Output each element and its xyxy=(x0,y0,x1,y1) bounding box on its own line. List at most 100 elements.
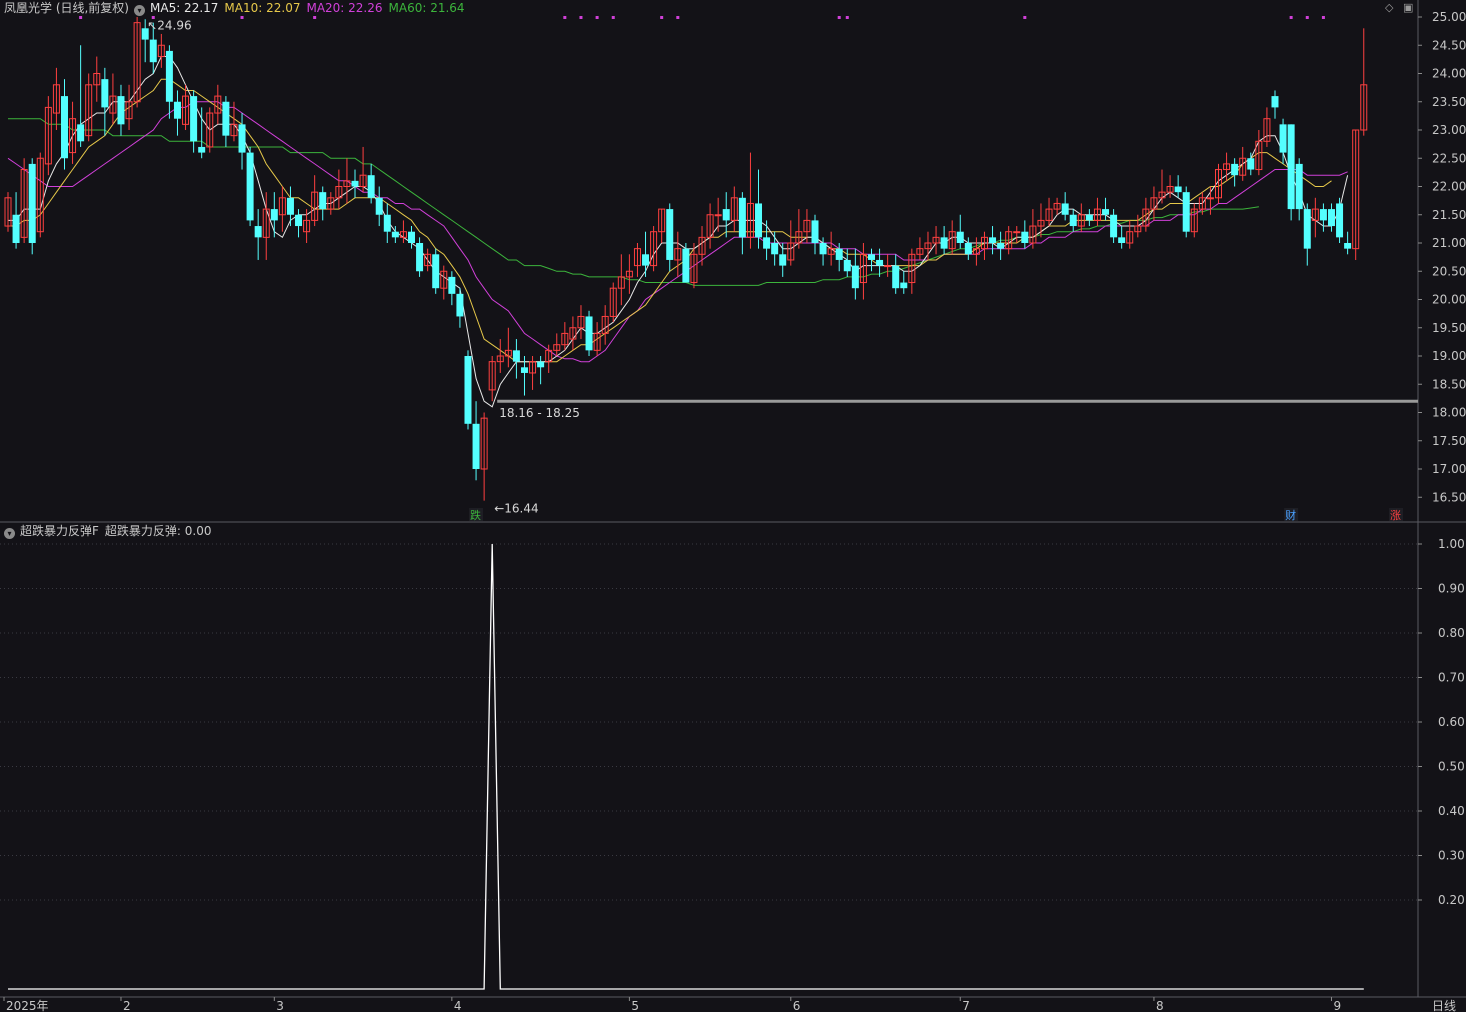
candle-body-down xyxy=(1118,237,1126,243)
time-tick-label: 2025年 xyxy=(6,999,49,1012)
signal-dot xyxy=(676,16,680,19)
candle-body-down xyxy=(117,96,125,125)
candle-body-down xyxy=(989,237,997,243)
price-tick-label: 24.50 xyxy=(1432,38,1466,52)
candle-body-down xyxy=(1061,203,1069,215)
price-extreme-label: ←16.44 xyxy=(494,502,538,516)
chart-background xyxy=(0,0,1466,1012)
indicator-tick-label: 0.50 xyxy=(1438,760,1465,774)
signal-dot xyxy=(563,16,567,19)
candle-body-down xyxy=(1021,231,1029,243)
candle-body-down xyxy=(956,231,964,243)
price-tick-label: 20.50 xyxy=(1432,264,1466,278)
candle-body-down xyxy=(1319,209,1327,221)
price-tick-label: 22.50 xyxy=(1432,151,1466,165)
price-tick-label: 19.00 xyxy=(1432,349,1466,363)
candle-body-down xyxy=(520,367,528,373)
candle-body-down xyxy=(755,203,763,238)
candle-body-down xyxy=(1271,96,1279,108)
candle-body-down xyxy=(391,231,399,238)
candle-body-down xyxy=(456,293,464,317)
candle-body-down xyxy=(1231,163,1239,176)
candle-body-down xyxy=(1327,209,1335,227)
indicator-chevron-icon[interactable]: ▾ xyxy=(4,528,15,539)
candle-body-down xyxy=(190,96,198,142)
candle-body-up xyxy=(714,214,722,217)
time-tick-label: 7 xyxy=(962,999,970,1012)
signal-dot xyxy=(611,16,615,19)
candle-body-down xyxy=(60,96,68,159)
price-tick-label: 18.50 xyxy=(1432,377,1466,391)
candle-body-down xyxy=(997,243,1005,249)
candle-body-down xyxy=(876,259,884,266)
indicator-tick-label: 0.70 xyxy=(1438,671,1465,685)
candle-body-down xyxy=(779,254,787,266)
event-badge: 跌 xyxy=(470,508,481,522)
candle-body-down xyxy=(537,361,545,368)
indicator-header: ▾ 超跌暴力反弹F 超跌暴力反弹: 0.00 xyxy=(4,524,211,539)
signal-dot xyxy=(579,16,583,19)
time-tick-label: 2 xyxy=(123,999,131,1012)
candle-body-down xyxy=(1287,124,1295,210)
time-tick-label: 4 xyxy=(454,999,462,1012)
candle-body-down xyxy=(1069,214,1077,227)
indicator-value: 超跌暴力反弹: 0.00 xyxy=(104,524,212,538)
candle-body-down xyxy=(319,192,327,210)
diamond-icon[interactable]: ◇ xyxy=(1385,1,1393,14)
candle-body-down xyxy=(867,254,875,260)
price-extreme-label: ↖24.96 xyxy=(147,18,191,32)
signal-dot xyxy=(1321,16,1325,19)
candle-body-down xyxy=(585,316,593,351)
candle-body-down xyxy=(1102,209,1110,215)
indicator-tick-label: 0.20 xyxy=(1438,893,1465,907)
candle-body-down xyxy=(892,265,900,289)
candle-body-down xyxy=(367,175,375,198)
signal-dot xyxy=(79,16,83,19)
indicator-tick-label: 1.00 xyxy=(1438,537,1465,551)
indicator-tick-label: 0.60 xyxy=(1438,715,1465,729)
candle-body-down xyxy=(1279,124,1287,153)
candle-body-down xyxy=(270,209,278,221)
candle-body-down xyxy=(246,152,254,221)
candle-body-down xyxy=(77,124,85,142)
time-tick-label: 6 xyxy=(793,999,801,1012)
candle-body-down xyxy=(1182,192,1190,232)
time-tick-label: 3 xyxy=(276,999,284,1012)
event-badge: 涨 xyxy=(1390,509,1401,522)
candle-body-down xyxy=(835,248,843,260)
indicator-tick-label: 0.90 xyxy=(1438,582,1465,596)
ma10-label: MA10: 22.07 xyxy=(224,1,301,15)
candle-body-down xyxy=(286,197,294,215)
candle-body-down xyxy=(351,180,359,187)
indicator-name: 超跌暴力反弹F xyxy=(20,524,99,538)
candle-body-down xyxy=(464,356,472,424)
price-tick-label: 24.00 xyxy=(1432,67,1466,81)
price-tick-label: 21.00 xyxy=(1432,236,1466,250)
candle-body-down xyxy=(642,254,650,266)
signal-dot xyxy=(1289,16,1293,19)
price-tick-label: 17.00 xyxy=(1432,462,1466,476)
main-chart-header: 凤凰光学 (日线,前复权) ▾ MA5: 22.17 MA10: 22.07 MA20:… xyxy=(4,1,471,16)
price-tick-label: 20.00 xyxy=(1432,293,1466,307)
candle-body-down xyxy=(1085,214,1093,221)
candle-body-down xyxy=(738,197,746,238)
stock-chart[interactable]: 25.00 24.50 24.00 23.50 23.00 22.50 22.00 21.50… xyxy=(0,0,1466,1012)
signal-dot xyxy=(1305,16,1309,19)
candle-body-down xyxy=(198,146,206,153)
candle-body-down xyxy=(254,226,262,238)
signal-dot xyxy=(660,16,664,19)
indicator-tick-label: 0.40 xyxy=(1438,804,1465,818)
ma20-label: MA20: 22.26 xyxy=(306,1,383,15)
panel-toggle-icon[interactable]: ▣ xyxy=(1403,1,1413,14)
candle-body-down xyxy=(222,101,230,136)
signal-dot xyxy=(240,16,244,19)
candle-body-down xyxy=(28,163,36,243)
candle-body-up xyxy=(884,265,892,268)
candle-body-up xyxy=(1206,197,1214,200)
signal-dot xyxy=(313,16,317,19)
candle-body-down xyxy=(416,243,424,272)
event-badge: 财 xyxy=(1285,508,1296,522)
chevron-down-icon[interactable]: ▾ xyxy=(134,5,145,16)
candle-body-down xyxy=(1344,243,1352,249)
candle-body-up xyxy=(1013,231,1021,234)
